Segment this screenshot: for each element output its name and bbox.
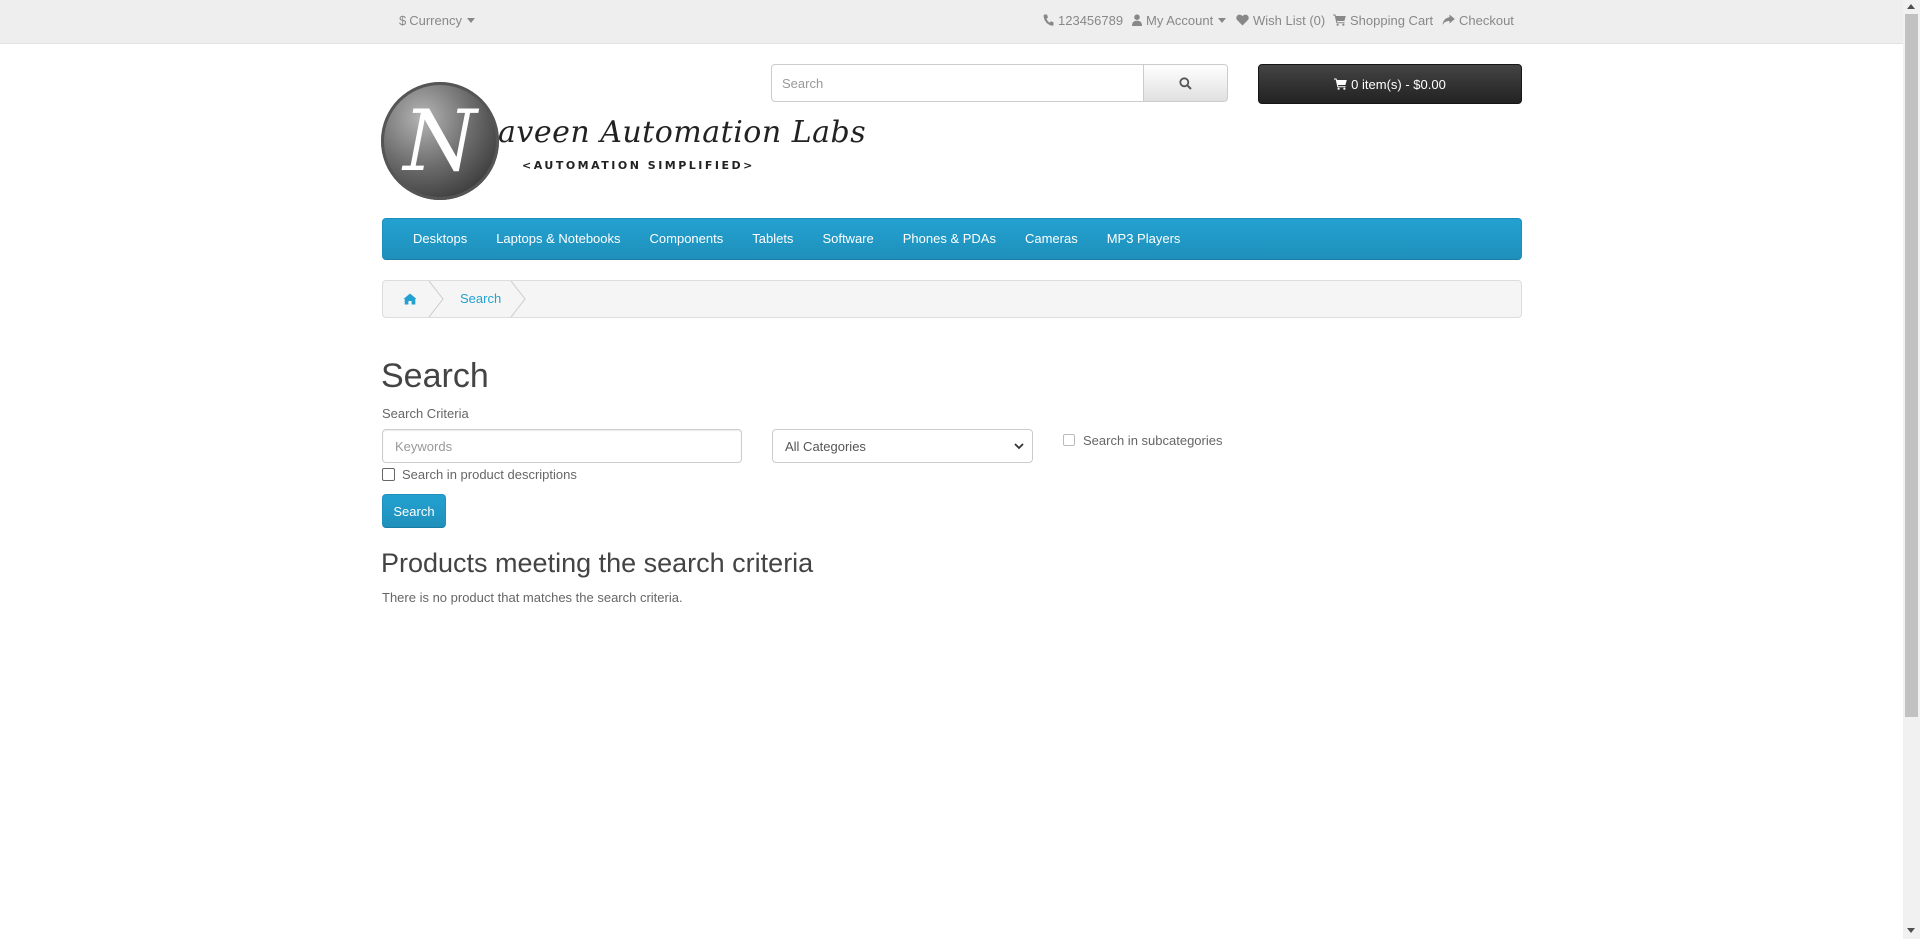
breadcrumb-search[interactable]: Search — [460, 281, 501, 317]
checkout-label: Checkout — [1459, 12, 1514, 28]
heart-icon — [1236, 14, 1249, 26]
my-account-label: My Account — [1146, 12, 1214, 28]
wish-list-link[interactable]: Wish List (0) — [1236, 0, 1325, 40]
scroll-up-arrow-icon[interactable] — [1907, 4, 1915, 9]
caret-down-icon — [1218, 17, 1227, 23]
search-icon — [1179, 76, 1192, 90]
logo-tagline: <AUTOMATION SIMPLIFIED> — [522, 159, 755, 172]
cart-button-label: 0 item(s) - $0.00 — [1351, 76, 1446, 92]
search-criteria-label: Search Criteria — [382, 406, 469, 421]
caret-down-icon — [466, 17, 475, 23]
share-icon — [1442, 14, 1455, 25]
no-results-message: There is no product that matches the sea… — [382, 590, 683, 605]
cart-button[interactable]: 0 item(s) - $0.00 — [1258, 64, 1522, 104]
keywords-input[interactable] — [382, 429, 742, 463]
shopping-cart-link[interactable]: Shopping Cart — [1333, 0, 1433, 40]
header-search-input[interactable] — [771, 64, 1144, 102]
phone-icon — [1043, 14, 1054, 26]
phone-number: 123456789 — [1058, 12, 1124, 28]
search-descriptions-label: Search in product descriptions — [402, 466, 577, 482]
category-select-value: All Categories — [785, 438, 866, 454]
logo[interactable]: N aveen Automation Labs <AUTOMATION SIMP… — [381, 81, 866, 203]
search-subcategories-checkbox[interactable]: Search in subcategories — [1063, 432, 1222, 448]
menu-item-phones-pdas[interactable]: Phones & PDAs — [891, 219, 1008, 259]
currency-dropdown[interactable]: $ Currency — [399, 0, 475, 40]
search-button[interactable]: Search — [382, 494, 446, 528]
breadcrumb-separator — [428, 281, 444, 317]
top-bar: $ Currency 123456789 My Account Wish Lis… — [0, 0, 1903, 44]
scrollbar-thumb[interactable] — [1905, 14, 1918, 717]
currency-label: Currency — [409, 12, 462, 28]
header-search-button[interactable] — [1144, 64, 1228, 102]
menu-item-software[interactable]: Software — [810, 219, 885, 259]
header-search — [771, 64, 1228, 104]
menu-item-mp3-players[interactable]: MP3 Players — [1095, 219, 1193, 259]
logo-name: aveen Automation Labs — [498, 115, 867, 150]
breadcrumb-separator — [510, 281, 526, 317]
search-subcategories-label: Search in subcategories — [1083, 432, 1223, 448]
shopping-cart-icon — [1333, 14, 1346, 26]
search-descriptions-checkbox[interactable]: Search in product descriptions — [382, 466, 577, 482]
logo-letter: N — [403, 92, 477, 190]
menu-item-components[interactable]: Components — [638, 219, 736, 259]
breadcrumb-home[interactable] — [403, 281, 417, 317]
checkbox-icon — [382, 467, 395, 481]
phone-link[interactable]: 123456789 — [1043, 0, 1123, 40]
menu-item-cameras[interactable]: Cameras — [1013, 219, 1090, 259]
shopping-cart-label: Shopping Cart — [1350, 12, 1434, 28]
menu-item-laptops-notebooks[interactable]: Laptops & Notebooks — [484, 219, 632, 259]
my-account-dropdown[interactable]: My Account — [1132, 0, 1227, 40]
home-icon — [403, 293, 417, 305]
checkout-link[interactable]: Checkout — [1442, 0, 1514, 40]
category-select[interactable]: All Categories — [772, 429, 1033, 463]
logo-emblem: N — [381, 82, 499, 200]
chevron-down-icon — [1014, 443, 1024, 450]
menu-item-desktops[interactable]: Desktops — [401, 219, 479, 259]
breadcrumb: Search — [382, 280, 1522, 318]
user-icon — [1132, 14, 1142, 26]
page-title: Search — [381, 357, 489, 395]
scrollbar[interactable] — [1903, 0, 1920, 939]
wish-list-label: Wish List (0) — [1253, 12, 1326, 28]
currency-symbol: $ — [399, 12, 407, 28]
shopping-cart-icon — [1334, 78, 1347, 90]
checkbox-icon — [1063, 434, 1075, 446]
category-menu: Desktops Laptops & Notebooks Components … — [382, 218, 1522, 260]
results-title: Products meeting the search criteria — [381, 548, 814, 578]
menu-item-tablets[interactable]: Tablets — [740, 219, 805, 259]
scroll-down-arrow-icon[interactable] — [1907, 928, 1915, 933]
